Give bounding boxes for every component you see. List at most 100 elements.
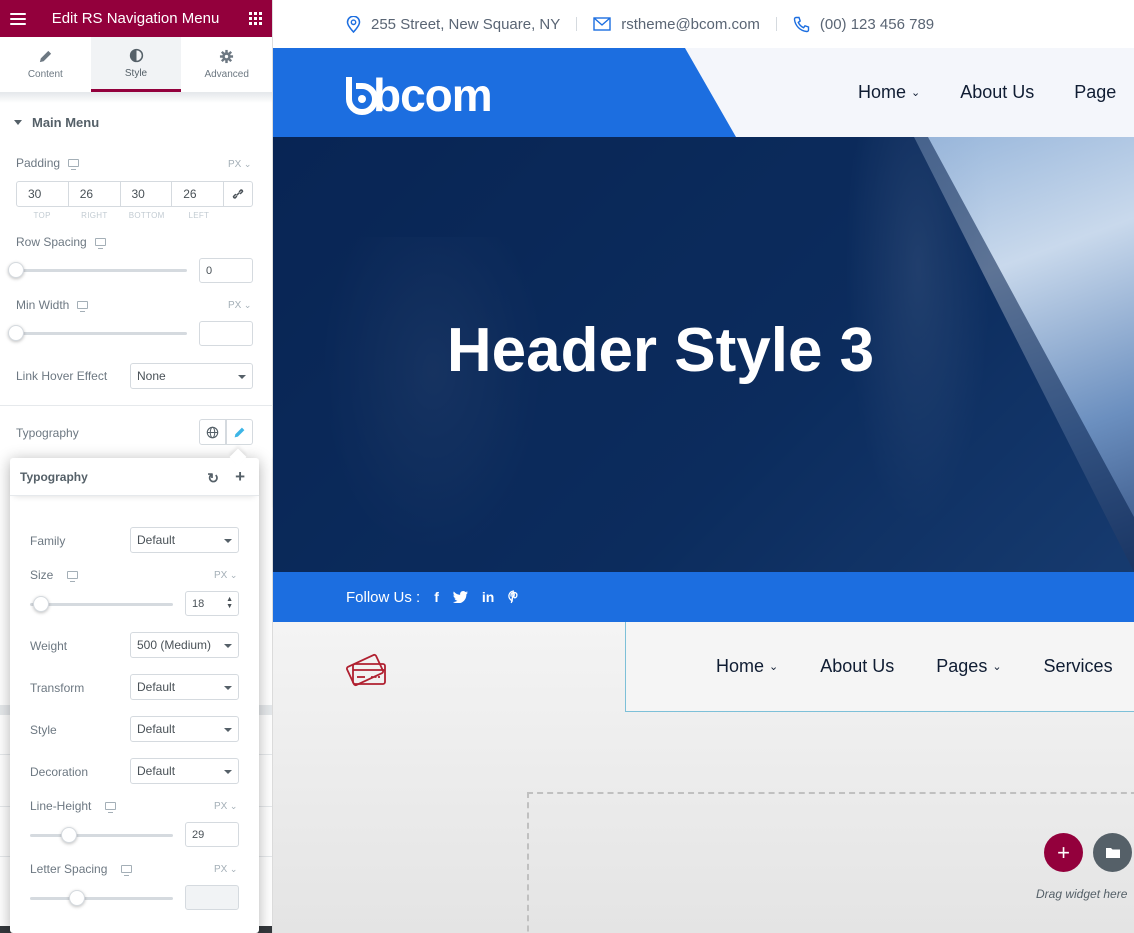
letter-spacing-slider[interactable] xyxy=(30,890,173,906)
topbar-email[interactable]: rstheme@bcom.com xyxy=(593,16,760,33)
style-label: Style xyxy=(30,723,57,737)
chevron-down-icon: ⌄ xyxy=(241,300,252,310)
link-hover-select[interactable]: None xyxy=(130,363,253,389)
nav2-pages-label: Pages xyxy=(936,656,988,676)
separator xyxy=(775,17,777,31)
min-width-unit: PX xyxy=(228,300,242,311)
padding-top-input[interactable]: 30 xyxy=(17,182,69,206)
padding-right-input[interactable]: 26 xyxy=(69,182,121,206)
hamburger-menu-icon[interactable] xyxy=(10,12,26,25)
section-main-menu[interactable]: Main Menu xyxy=(0,102,272,142)
link-values-button[interactable] xyxy=(224,182,252,206)
style-select[interactable]: Default xyxy=(130,716,239,742)
widget-drop-zone[interactable] xyxy=(527,792,1134,933)
row-spacing-input[interactable]: 0 xyxy=(199,258,253,283)
nav2-home[interactable]: Home ⌄ xyxy=(716,656,778,677)
plus-icon: + xyxy=(1057,839,1070,865)
follow-bar: Follow Us : f in xyxy=(273,572,1134,622)
site-logo[interactable]: bcom xyxy=(345,68,493,122)
nav2-home-label: Home xyxy=(716,656,765,676)
min-width-unit-select[interactable]: PX ⌄ xyxy=(228,300,251,311)
line-height-slider[interactable] xyxy=(30,827,173,843)
desktop-icon[interactable] xyxy=(105,802,117,813)
transform-select[interactable]: Default xyxy=(130,674,239,700)
topbar-phone[interactable]: (00) 123 456 789 xyxy=(793,16,934,33)
twitter-icon[interactable] xyxy=(452,591,468,603)
contrast-icon xyxy=(129,48,143,62)
size-unit: PX xyxy=(214,570,228,581)
hero-section: Header Style 3 xyxy=(273,137,1134,572)
tab-advanced[interactable]: Advanced xyxy=(181,37,272,92)
line-height-unit-select[interactable]: PX ⌄ xyxy=(214,801,237,812)
padding-side-labels: TOP RIGHT BOTTOM LEFT xyxy=(16,211,225,220)
chevron-down-icon: ⌄ xyxy=(227,801,238,811)
side-label-bottom: BOTTOM xyxy=(128,211,165,220)
popover-title: Typography xyxy=(20,469,88,484)
section-title: Main Menu xyxy=(32,114,100,130)
weight-select[interactable]: 500 (Medium) xyxy=(130,632,239,658)
linkedin-icon[interactable]: in xyxy=(482,589,494,605)
size-value: 18 xyxy=(192,597,205,610)
padding-left-input[interactable]: 26 xyxy=(172,182,224,206)
gear-icon xyxy=(220,49,234,64)
add-template-button[interactable] xyxy=(1093,833,1132,872)
desktop-icon[interactable] xyxy=(77,301,89,312)
caret-down-icon xyxy=(14,119,22,125)
tab-content[interactable]: Content xyxy=(0,37,91,92)
desktop-icon[interactable] xyxy=(121,865,133,876)
size-input[interactable]: 18 ▲ ▼ xyxy=(185,591,239,616)
size-slider[interactable] xyxy=(30,596,173,612)
pinterest-icon[interactable] xyxy=(508,590,520,604)
nav-about[interactable]: About Us xyxy=(960,82,1034,103)
nav2-services[interactable]: Services xyxy=(1044,656,1113,677)
desktop-icon[interactable] xyxy=(94,238,106,249)
chevron-down-icon: ⌄ xyxy=(227,570,238,580)
chevron-down-icon: ⌄ xyxy=(992,661,1002,673)
padding-bottom-input[interactable]: 30 xyxy=(121,182,173,206)
decoration-select[interactable]: Default xyxy=(130,758,239,784)
nav-pages[interactable]: Page xyxy=(1074,82,1116,103)
plus-icon[interactable]: + xyxy=(235,467,245,487)
letter-spacing-unit: PX xyxy=(214,864,228,875)
min-width-slider[interactable] xyxy=(8,325,187,341)
nav2-pages[interactable]: Pages ⌄ xyxy=(936,656,1001,677)
stepper-arrows-icon[interactable]: ▲ ▼ xyxy=(226,596,233,610)
add-section-button[interactable]: + xyxy=(1044,833,1083,872)
global-typography-button[interactable] xyxy=(199,419,226,445)
line-height-slider-handle[interactable] xyxy=(61,827,77,843)
letter-spacing-label-row: Letter Spacing xyxy=(30,862,133,876)
phone-text: (00) 123 456 789 xyxy=(819,15,935,33)
desktop-icon[interactable] xyxy=(68,159,80,170)
panel-title: Edit RS Navigation Menu xyxy=(51,10,220,27)
nav-home[interactable]: Home ⌄ xyxy=(858,82,920,103)
min-width-slider-handle[interactable] xyxy=(8,325,24,341)
row-spacing-slider[interactable] xyxy=(8,262,187,278)
letter-spacing-unit-select[interactable]: PX ⌄ xyxy=(214,864,237,875)
facebook-icon[interactable]: f xyxy=(434,589,439,605)
nav2-about-label: About Us xyxy=(820,656,895,676)
letter-spacing-slider-handle[interactable] xyxy=(69,890,85,906)
family-select[interactable]: Default xyxy=(130,527,239,553)
topbar-address: 255 Street, New Square, NY xyxy=(346,15,560,33)
letter-spacing-input[interactable] xyxy=(185,885,239,910)
size-slider-handle[interactable] xyxy=(33,596,49,612)
widgets-grid-icon[interactable] xyxy=(249,12,262,25)
line-height-input[interactable]: 29 xyxy=(185,822,239,847)
row-spacing-slider-handle[interactable] xyxy=(8,262,24,278)
nav2-about[interactable]: About Us xyxy=(820,656,894,677)
typography-popover: Typography ↻ + Family Default Size PX ⌄ … xyxy=(10,458,259,933)
reset-icon[interactable]: ↻ xyxy=(207,470,219,487)
size-unit-select[interactable]: PX ⌄ xyxy=(214,570,237,581)
size-label: Size xyxy=(30,568,54,582)
min-width-label-row: Min Width xyxy=(16,298,89,312)
tab-style[interactable]: Style xyxy=(90,37,182,92)
padding-unit-select[interactable]: PX ⌄ xyxy=(228,159,251,170)
min-width-input[interactable] xyxy=(199,321,253,346)
location-pin-icon xyxy=(346,15,361,33)
padding-label: Padding xyxy=(16,156,61,170)
nav-home-label: Home xyxy=(858,82,907,102)
weight-label: Weight xyxy=(30,639,68,653)
logo-block xyxy=(273,48,736,137)
edit-typography-button[interactable] xyxy=(226,419,253,445)
desktop-icon[interactable] xyxy=(67,571,79,582)
